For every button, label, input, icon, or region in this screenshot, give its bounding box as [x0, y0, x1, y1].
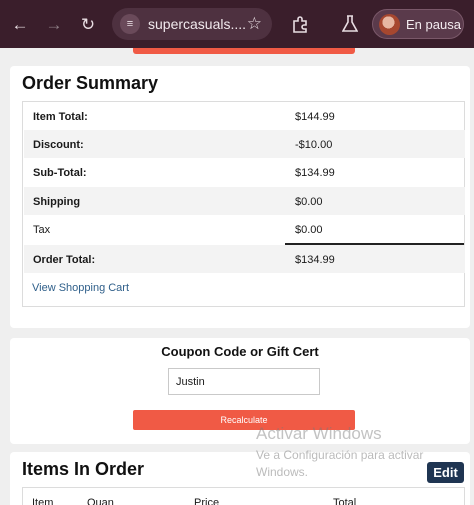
summary-label: Discount:	[33, 139, 84, 151]
summary-value: $134.99	[295, 254, 335, 266]
labs-flask-icon[interactable]	[338, 12, 362, 36]
view-shopping-cart-link[interactable]: View Shopping Cart	[32, 282, 129, 294]
site-settings-icon[interactable]: ≡	[120, 14, 140, 34]
edit-button[interactable]: Edit	[427, 462, 464, 483]
browser-toolbar: ← → ↻ ≡ supercasuals.... ☆ En pausa	[0, 0, 474, 48]
top-checkout-button[interactable]	[133, 48, 355, 54]
reload-icon[interactable]: ↻	[76, 12, 100, 36]
summary-row-tax: Tax $0.00	[24, 215, 465, 243]
summary-row-shipping: Shipping $0.00	[24, 187, 465, 215]
profile-status-label: En pausa	[406, 17, 461, 32]
coupon-title: Coupon Code or Gift Cert	[161, 344, 319, 359]
summary-value: $134.99	[295, 167, 335, 179]
summary-row-item-total: Item Total: $144.99	[24, 102, 465, 130]
summary-value: $0.00	[295, 224, 323, 236]
summary-value: -$10.00	[295, 139, 333, 151]
profile-button[interactable]: En pausa	[372, 9, 464, 39]
watermark-line: Ve a Configuración para activar	[256, 448, 424, 462]
order-summary-table: Item Total: $144.99 Discount: -$10.00 Su…	[22, 101, 465, 307]
summary-label: Item Total:	[33, 111, 88, 123]
activate-windows-watermark-text: Ve a Configuración para activar Windows.	[256, 447, 423, 481]
summary-row-subtotal: Sub-Total: $134.99	[24, 158, 465, 186]
forward-arrow-icon[interactable]: →	[42, 12, 66, 36]
summary-row-discount: Discount: -$10.00	[24, 130, 465, 158]
coupon-code-input[interactable]: Justin	[168, 368, 320, 395]
extensions-icon[interactable]	[288, 12, 312, 36]
profile-avatar	[379, 14, 400, 35]
order-summary-title: Order Summary	[22, 73, 159, 93]
summary-label: Order Total:	[33, 254, 96, 266]
summary-label: Sub-Total:	[33, 167, 87, 179]
watermark-line: Windows.	[256, 465, 309, 479]
activate-windows-watermark-title: Activar Windows	[256, 424, 382, 443]
url-text: supercasuals....	[148, 16, 247, 32]
order-total-divider	[285, 243, 464, 245]
items-in-order-title: Items In Order	[22, 459, 145, 479]
summary-value: $0.00	[295, 196, 323, 208]
star-icon[interactable]: ☆	[247, 14, 262, 34]
column-header-item: Item	[32, 497, 54, 505]
address-bar[interactable]: ≡ supercasuals.... ☆	[112, 8, 272, 40]
back-arrow-icon[interactable]: ←	[8, 12, 32, 36]
summary-row-order-total: Order Total: $134.99	[24, 245, 465, 273]
column-header-quantity: Quan	[87, 497, 114, 505]
summary-value: $144.99	[295, 111, 335, 123]
summary-label: Shipping	[33, 196, 81, 208]
column-header-total: Total	[333, 497, 357, 505]
column-header-price: Price	[194, 497, 220, 505]
summary-label: Tax	[33, 224, 51, 236]
